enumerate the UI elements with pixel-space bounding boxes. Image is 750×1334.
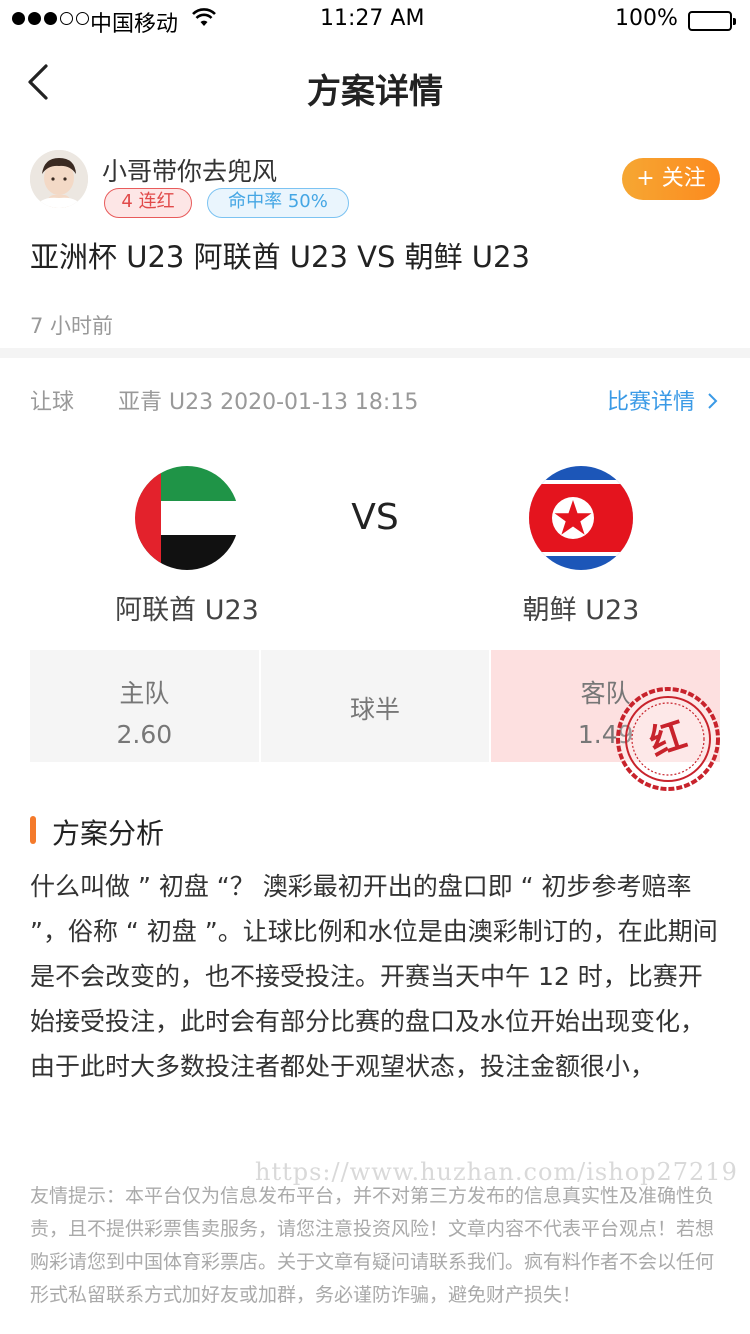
red-stamp-icon: 红 — [616, 687, 721, 791]
home-odds-value: 2.60 — [116, 720, 173, 749]
hit-rate-badge: 命中率 50% — [207, 188, 349, 218]
signal-icon — [12, 12, 89, 25]
status-bar: 中国移动 11:27 AM 100% — [0, 0, 750, 40]
author-row: 小哥带你去兜风 4 连红 命中率 50% + 关注 — [30, 150, 720, 220]
chevron-right-icon — [708, 393, 718, 409]
battery-percent: 100% — [615, 6, 678, 31]
match-detail-label: 比赛详情 — [606, 390, 695, 415]
wifi-icon — [192, 8, 216, 34]
analysis-body: 什么叫做 ” 初盘 “？ 澳彩最初开出的盘口即 “ 初步参考赔率 ”，俗称 “ … — [30, 872, 718, 1081]
post-time: 7 小时前 — [30, 314, 114, 338]
page-title: 方案详情 — [307, 72, 443, 112]
nav-bar: 方案详情 — [0, 40, 750, 130]
match-title: 亚洲杯 U23 阿联酋 U23 VS 朝鲜 U23 — [30, 240, 530, 274]
north-korea-flag-icon — [529, 466, 633, 570]
away-team[interactable]: 朝鲜 U23 — [461, 466, 701, 627]
bet-type: 让球 — [30, 390, 75, 415]
section-divider — [0, 348, 750, 358]
home-team[interactable]: 阿联酋 U23 — [67, 466, 307, 627]
avatar[interactable] — [30, 150, 88, 208]
home-odds-label: 主队 — [119, 679, 170, 708]
author-name[interactable]: 小哥带你去兜风 — [102, 152, 277, 188]
carrier-name: 中国移动 — [90, 12, 179, 37]
follow-button[interactable]: + 关注 — [622, 158, 720, 200]
away-team-name: 朝鲜 U23 — [522, 595, 640, 626]
handicap-cell[interactable]: 球半 — [260, 650, 490, 762]
streak-badge: 4 连红 — [104, 188, 192, 218]
away-odds-cell[interactable]: 客队 1.49 红 — [491, 650, 721, 791]
battery-icon — [688, 11, 736, 31]
home-team-name: 阿联酋 U23 — [115, 595, 259, 626]
home-odds-cell[interactable]: 主队 2.60 — [30, 650, 259, 762]
match-detail-link[interactable]: 比赛详情 — [607, 384, 720, 416]
handicap-label: 球半 — [350, 695, 401, 724]
league-time: 亚青 U23 2020-01-13 18:15 — [118, 390, 419, 415]
analysis-heading: 方案分析 — [30, 812, 164, 852]
odds-panel: 主队 2.60 球半 客队 1.49 红 — [30, 650, 721, 791]
disclaimer: 友情提示：本平台仅为信息发布平台，并不对第三方发布的信息真实性及准确性负责，且不… — [30, 1185, 715, 1306]
status-time: 11:27 AM — [320, 6, 425, 31]
